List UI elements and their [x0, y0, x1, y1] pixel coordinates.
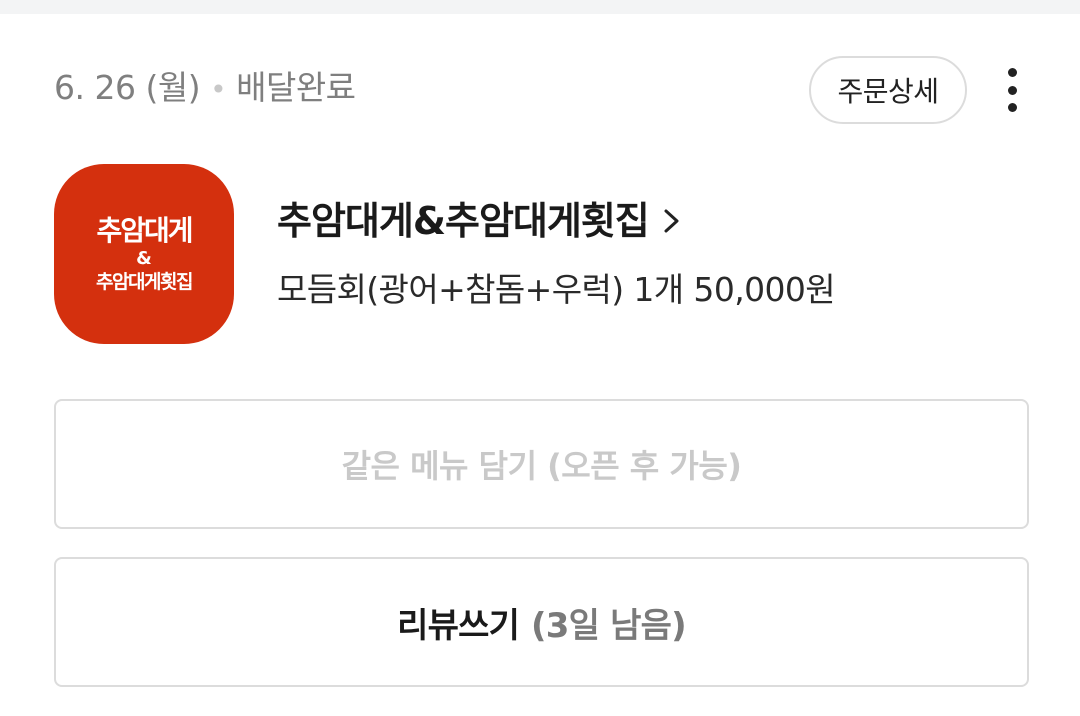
chevron-right-icon — [664, 209, 679, 233]
review-remaining: (3일 남음) — [531, 605, 687, 646]
menu-summary: 모듬회(광어+참돔+우럭) 1개 50,000원 — [277, 270, 836, 309]
logo-line1: 추암대게 — [96, 214, 193, 247]
store-name: 추암대게&추암대게횟집 — [277, 199, 650, 243]
top-divider — [0, 0, 1080, 14]
order-header: 6. 26 (월) • 배달완료 주문상세 — [54, 56, 1034, 124]
order-meta: 6. 26 (월) • 배달완료 — [54, 68, 356, 110]
logo-line3: 추암대게횟집 — [96, 271, 193, 293]
logo-line2: & — [136, 248, 152, 269]
reorder-label: 같은 메뉴 담기 (오픈 후 가능) — [341, 447, 742, 485]
order-date: 6. 26 (월) — [54, 68, 201, 107]
separator-dot: • — [210, 73, 227, 106]
order-detail-button[interactable]: 주문상세 — [809, 56, 967, 124]
reorder-button[interactable]: 같은 메뉴 담기 (오픈 후 가능) — [54, 399, 1029, 529]
write-review-button[interactable]: 리뷰쓰기 (3일 남음) — [54, 557, 1029, 687]
more-vertical-icon[interactable] — [1000, 68, 1024, 112]
review-label: 리뷰쓰기 — [397, 605, 520, 646]
store-name-link[interactable]: 추암대게&추암대게횟집 — [277, 196, 681, 246]
order-status: 배달완료 — [236, 68, 356, 107]
store-logo[interactable]: 추암대게 & 추암대게횟집 — [54, 164, 234, 344]
